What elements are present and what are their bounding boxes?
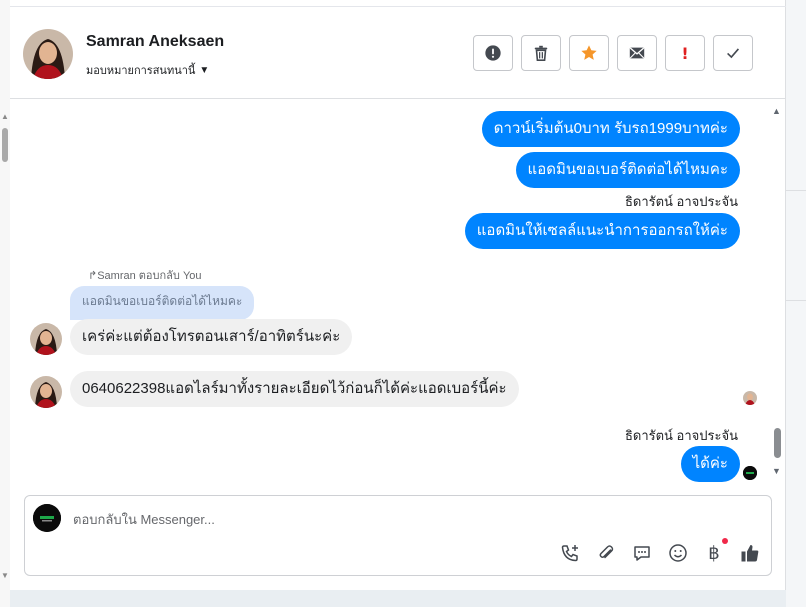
sender-name: ธิดารัตน์ อาจประจัน — [624, 428, 738, 443]
attach-button[interactable] — [595, 542, 617, 564]
alert-circle-icon — [485, 45, 501, 61]
contact-avatar[interactable] — [23, 29, 73, 79]
seen-avatar — [743, 391, 757, 405]
contact-avatar-small — [30, 323, 62, 355]
trash-icon — [534, 45, 548, 62]
add-call-icon — [561, 545, 578, 562]
right-panel-edge — [786, 0, 806, 607]
contact-name: Samran Aneksaen — [86, 33, 225, 50]
mark-unread-button[interactable] — [617, 35, 657, 71]
conversation-actions: ! — [473, 35, 753, 71]
delete-button[interactable] — [521, 35, 561, 71]
envelope-icon — [629, 47, 645, 59]
thumbs-up-icon — [741, 545, 759, 562]
outgoing-message[interactable]: ได้ค่ะ — [680, 446, 740, 482]
notification-dot — [722, 538, 728, 544]
emoji-icon — [669, 544, 687, 562]
payment-button[interactable]: ฿ — [703, 538, 728, 564]
reply-input[interactable] — [73, 508, 673, 530]
assign-conversation-dropdown[interactable]: มอบหมายการสนทนานี้ ▼ — [86, 61, 209, 79]
quoted-message[interactable]: แอดมินขอเบอร์ติดต่อได้ไหมคะ — [70, 286, 255, 320]
reply-composer: ฿ — [24, 495, 772, 576]
thread-scroll-up-icon[interactable]: ▲ — [772, 106, 781, 116]
attach-icon — [599, 545, 614, 559]
contact-avatar-small — [30, 376, 62, 408]
star-button[interactable] — [569, 35, 609, 71]
exclamation-icon: ! — [681, 43, 689, 63]
incoming-message[interactable]: เคร่ค่ะแต่ต้องโทรตอนเสาร์/อาทิตร์นะค่ะ — [70, 319, 353, 355]
star-icon — [581, 45, 597, 60]
saved-replies-button[interactable] — [631, 542, 653, 564]
chat-bubble-icon — [634, 546, 650, 561]
scroll-thumb[interactable] — [2, 128, 8, 162]
page-avatar — [33, 504, 61, 532]
incoming-message[interactable]: 0640622398แอดไลร์มาทั้งรายละเอียดไว้ก่อน… — [70, 371, 519, 407]
divider — [786, 190, 806, 191]
conversation-panel: Samran Aneksaen มอบหมายการสนทนานี้ ▼ ! ▲… — [10, 0, 786, 590]
divider — [786, 300, 806, 301]
thread-scroll-down-icon[interactable]: ▼ — [772, 466, 781, 476]
add-call-button[interactable] — [559, 542, 581, 564]
like-button[interactable] — [739, 542, 761, 564]
mark-spam-button[interactable] — [473, 35, 513, 71]
composer-toolbar: ฿ — [559, 538, 761, 564]
scroll-down-arrow-icon[interactable]: ▼ — [1, 571, 9, 580]
caret-down-icon: ▼ — [199, 64, 210, 76]
outgoing-message[interactable]: ดาวน์เริ่มต้น0บาท รับรถ1999บาทค่ะ — [481, 111, 740, 147]
check-icon — [727, 48, 740, 59]
reply-arrow-icon: ↱ — [88, 270, 98, 282]
assign-label: มอบหมายการสนทนานี้ — [86, 65, 196, 77]
outgoing-message[interactable]: แอดมินให้เซลล์แนะนำการออกรถให้ค่ะ — [464, 213, 740, 249]
page-avatar-small — [743, 466, 757, 480]
mark-done-button[interactable] — [713, 35, 753, 71]
emoji-button[interactable] — [667, 542, 689, 564]
baht-icon: ฿ — [708, 542, 720, 564]
thread-scroll-thumb[interactable] — [774, 428, 781, 458]
page-scrollbar[interactable]: ▲ ▼ — [0, 0, 10, 607]
reply-indicator: ↱Samran ตอบกลับ You — [88, 266, 202, 284]
message-thread[interactable]: ▲ ▼ ดาวน์เริ่มต้น0บาท รับรถ1999บาทค่ะ แอ… — [10, 100, 786, 488]
scroll-up-arrow-icon[interactable]: ▲ — [1, 112, 9, 121]
sender-name: ธิดารัตน์ อาจประจัน — [624, 194, 738, 209]
conversation-header: Samran Aneksaen มอบหมายการสนทนานี้ ▼ ! — [10, 7, 786, 99]
outgoing-message[interactable]: แอดมินขอเบอร์ติดต่อได้ไหมคะ — [515, 152, 740, 188]
important-button[interactable]: ! — [665, 35, 705, 71]
reply-meta-text: Samran ตอบกลับ You — [97, 270, 202, 282]
